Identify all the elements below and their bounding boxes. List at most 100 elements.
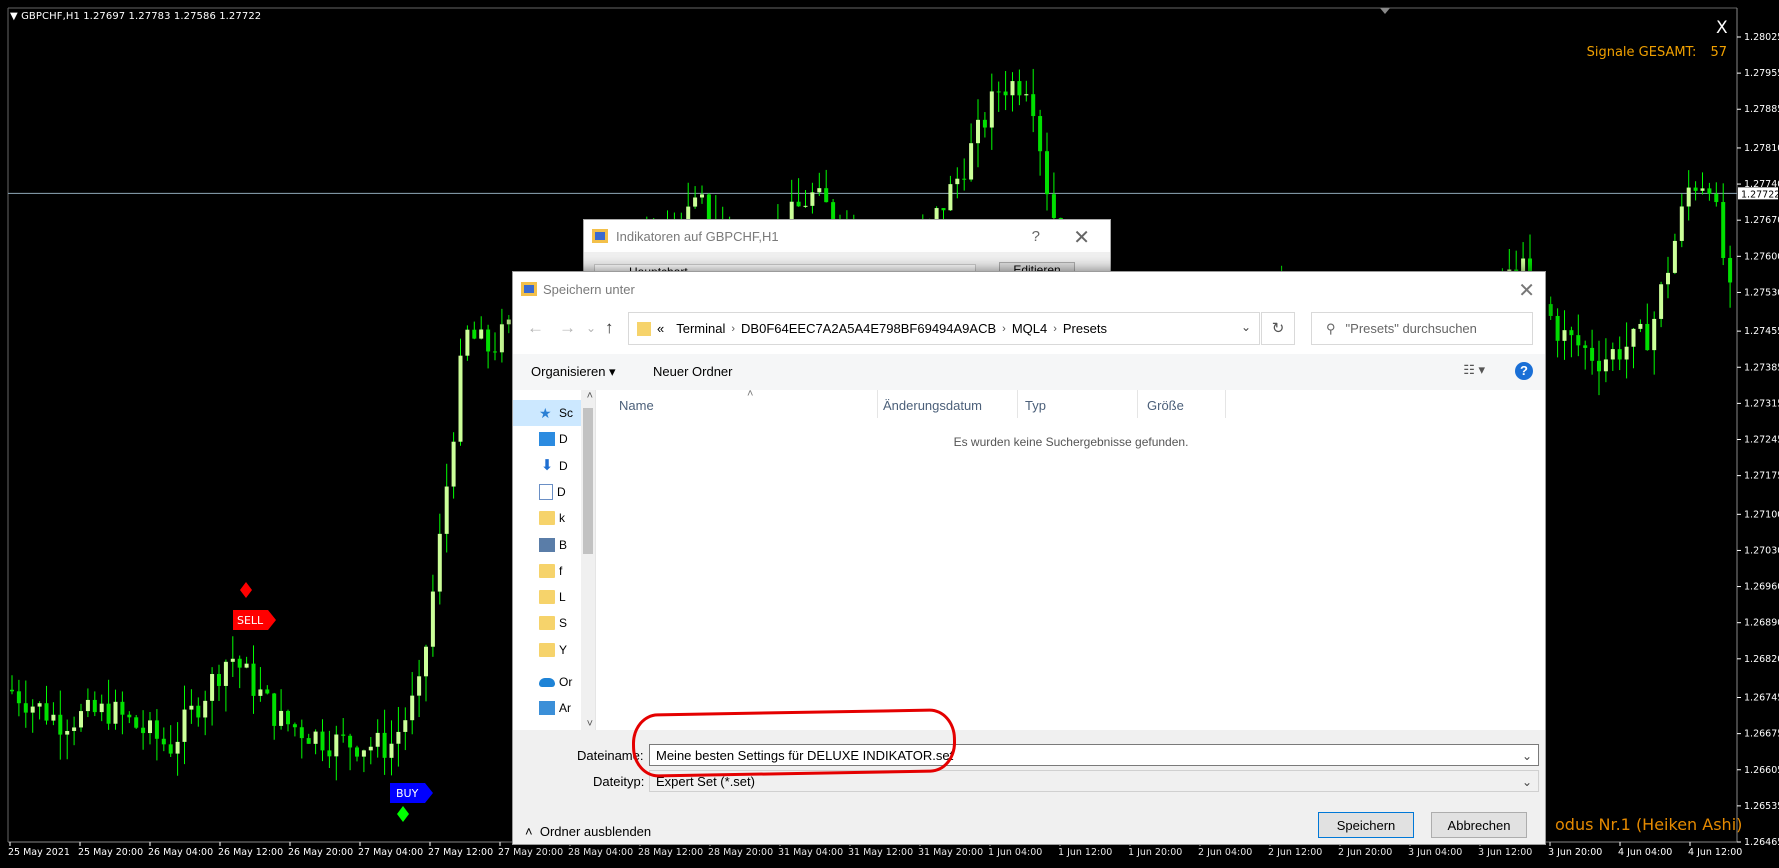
candle-body [1583, 345, 1588, 348]
candle-body [803, 205, 808, 207]
candle-body [327, 750, 332, 757]
nav-item-label: Or [559, 675, 573, 689]
nav-item[interactable]: Or [513, 669, 581, 695]
column-type[interactable]: Typ [1025, 398, 1046, 413]
chevron-down-icon[interactable]: ⌄ [1522, 745, 1532, 767]
candle-body [1010, 81, 1015, 96]
candle-body [493, 351, 497, 353]
breadcrumb-terminal[interactable]: Terminal [676, 321, 725, 336]
breadcrumb-mql4[interactable]: MQL4 [1012, 321, 1047, 336]
file-list[interactable]: Name ˄ Änderungsdatum Typ Größe Es wurde… [597, 388, 1545, 730]
candle-body [1024, 94, 1029, 96]
candle-body [424, 646, 428, 677]
close-icon[interactable]: ✕ [1518, 278, 1535, 303]
candle-body [499, 324, 504, 353]
chevron-right-icon: › [731, 322, 736, 335]
nav-scrollbar[interactable]: ˄ ˅ [581, 390, 595, 730]
column-size[interactable]: Größe [1147, 398, 1184, 413]
scroll-up-icon[interactable]: ˄ [587, 390, 593, 402]
help-icon[interactable]: ? [1515, 362, 1533, 380]
column-divider[interactable] [1137, 390, 1138, 418]
address-bar[interactable]: « Terminal › DB0F64EEC7A2A5A4E798BF69494… [628, 312, 1260, 345]
candle-body [348, 735, 353, 748]
forward-arrow-icon[interactable]: → [559, 318, 576, 338]
price-tick-label: 1.27670 [1744, 215, 1779, 226]
app-icon [592, 229, 608, 243]
time-tick-label: 27 May 12:00 [428, 847, 493, 858]
filetype-select[interactable]: Expert Set (*.set) ⌄ [649, 770, 1539, 792]
nav-item[interactable]: ★ Sc [513, 400, 581, 426]
column-divider[interactable] [1225, 390, 1226, 418]
nav-item-label: Sc [559, 406, 574, 420]
nav-scroll-thumb[interactable] [583, 408, 593, 554]
candle-body [1672, 240, 1677, 273]
time-tick-label: 2 Jun 12:00 [1268, 847, 1322, 858]
candle-body [37, 703, 42, 707]
chevron-down-icon[interactable]: ⌄ [1241, 320, 1251, 334]
nav-item[interactable]: B [513, 532, 581, 558]
nav-item[interactable]: k [513, 505, 581, 531]
view-options-icon[interactable]: ☷ ▾ [1463, 362, 1485, 378]
chart-close-icon[interactable]: X [1716, 18, 1728, 38]
close-icon[interactable]: ✕ [1073, 225, 1090, 250]
nav-item-label: f [559, 563, 563, 578]
price-tick-label: 1.27955 [1744, 68, 1779, 79]
column-modified[interactable]: Änderungsdatum [883, 398, 982, 413]
nav-item[interactable]: D [513, 479, 581, 505]
candle-body [479, 329, 484, 339]
save-dialog-titlebar: Speichern unter [513, 272, 1545, 306]
folder-icon [539, 642, 555, 657]
candle-body [996, 91, 1001, 93]
filename-field[interactable]: Meine besten Settings für DELUXE INDIKAT… [649, 744, 1539, 766]
candle-body [265, 689, 270, 694]
nav-item-label: Y [559, 642, 568, 657]
candle-body [127, 714, 132, 718]
hide-folders-toggle[interactable]: ˄ Ordner ausblenden [525, 824, 651, 839]
time-tick-label: 27 May 20:00 [498, 847, 563, 858]
filetype-value: Expert Set (*.set) [656, 774, 755, 789]
nav-item[interactable]: Y [513, 637, 581, 663]
nav-item[interactable]: L [513, 584, 581, 610]
breadcrumb-terminal-id[interactable]: DB0F64EEC7A2A5A4E798BF69494A9ACB [741, 321, 996, 336]
price-tick-label: 1.26465 [1744, 837, 1779, 848]
candle-body [189, 705, 194, 710]
back-arrow-icon[interactable]: ← [527, 318, 544, 338]
chevron-down-icon[interactable]: ⌄ [1522, 771, 1532, 793]
time-tick-label: 26 May 04:00 [148, 847, 213, 858]
candle-body [437, 533, 442, 592]
recent-locations-icon[interactable]: ⌄ [586, 321, 596, 335]
candle-body [306, 738, 311, 744]
new-folder-button[interactable]: Neuer Ordner [653, 364, 732, 379]
column-divider[interactable] [1017, 390, 1018, 418]
candle-body [1031, 94, 1036, 117]
organize-menu[interactable]: Organisieren ▾ [531, 364, 616, 380]
help-icon[interactable]: ? [1032, 228, 1040, 245]
nav-item[interactable]: Ar [513, 695, 581, 721]
price-tick-label: 1.27530 [1744, 287, 1779, 298]
nav-item[interactable]: D [513, 426, 581, 452]
nav-item[interactable]: ⬇ D [513, 453, 581, 479]
candle-body [286, 710, 290, 725]
time-tick-label: 1 Jun 12:00 [1058, 847, 1112, 858]
candle-body [417, 676, 422, 696]
breadcrumb-overflow[interactable]: « [657, 321, 664, 336]
candle-body [1590, 347, 1595, 361]
column-name[interactable]: Name [619, 398, 654, 413]
up-arrow-icon[interactable]: ↑ [605, 318, 614, 338]
navigation-pane[interactable]: ˄ ˅ ★ Sc D ⬇ D Dk Bf L S Y Or Ar [513, 390, 596, 730]
candle-body [396, 731, 401, 744]
save-button[interactable]: Speichern [1318, 812, 1414, 838]
refresh-icon[interactable]: ↻ [1261, 312, 1295, 345]
nav-item[interactable]: S [513, 610, 581, 636]
cancel-button[interactable]: Abbrechen [1431, 812, 1527, 838]
candle-body [368, 746, 373, 751]
breadcrumb-presets[interactable]: Presets [1063, 321, 1107, 336]
scroll-down-icon[interactable]: ˅ [587, 718, 593, 730]
search-input[interactable]: ⚲ "Presets" durchsuchen [1311, 312, 1533, 345]
download-icon: ⬇ [540, 456, 554, 474]
column-divider[interactable] [877, 390, 878, 418]
time-tick-label: 4 Jun 12:00 [1688, 847, 1742, 858]
nav-item[interactable]: f [513, 558, 581, 584]
candle-body [472, 329, 477, 339]
candle-body [955, 178, 960, 185]
